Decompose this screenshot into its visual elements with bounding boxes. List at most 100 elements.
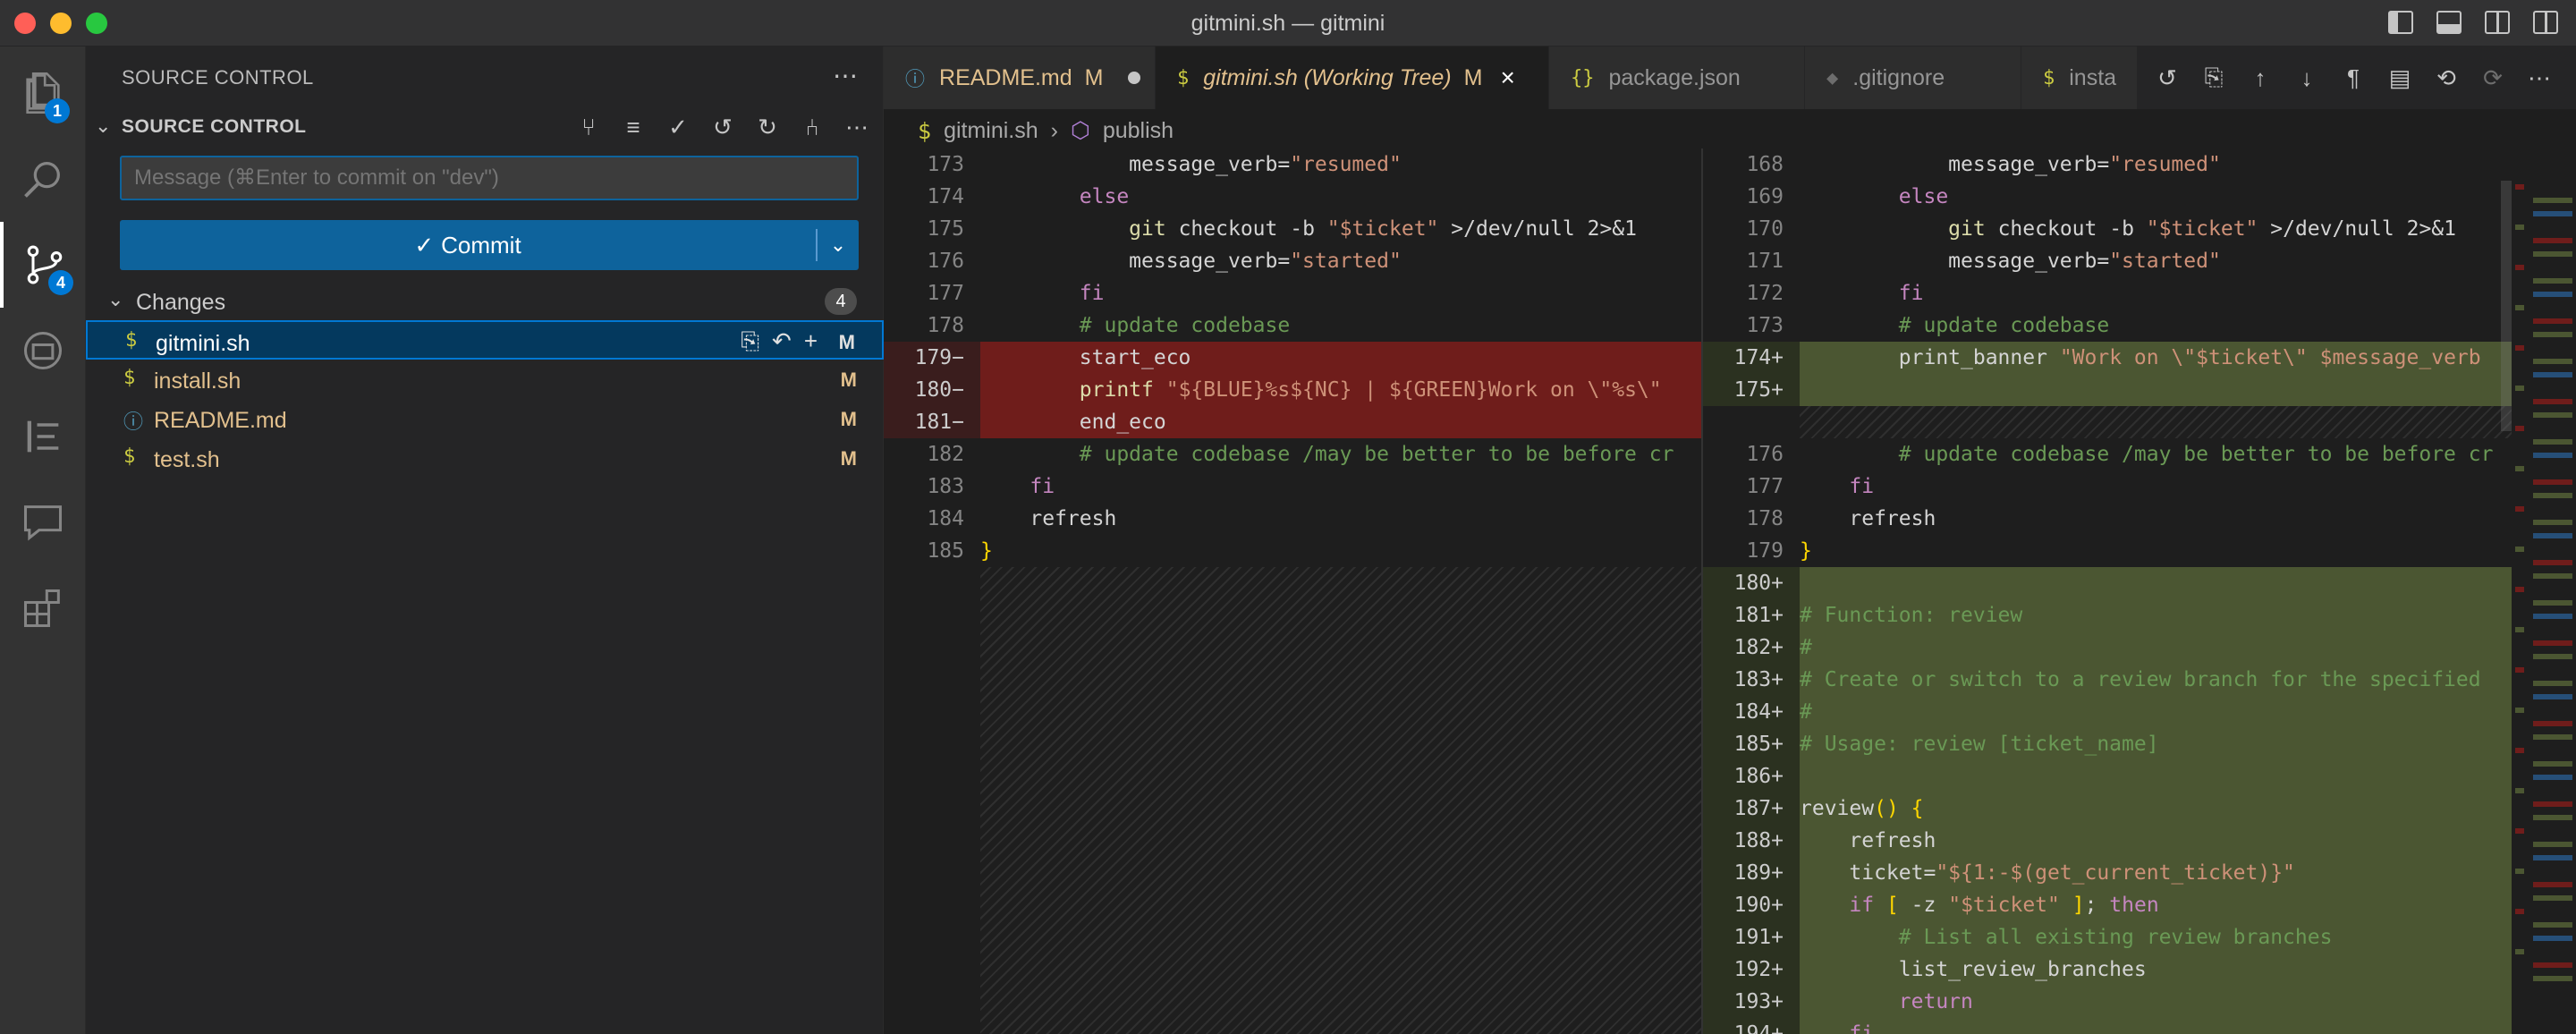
commit-main-action[interactable]: ✓ Commit xyxy=(120,220,816,270)
code-line[interactable]: # Create or switch to a review branch fo… xyxy=(1800,664,2512,696)
code-line[interactable] xyxy=(1800,760,2512,792)
explorer-button[interactable]: 1 xyxy=(0,50,86,136)
code-line[interactable]: fi xyxy=(980,470,1701,503)
code-line[interactable]: # xyxy=(1800,631,2512,664)
code-line[interactable]: # update codebase xyxy=(1800,309,2512,342)
more-actions-icon[interactable]: ⋯ xyxy=(833,61,858,90)
commit-message-input[interactable] xyxy=(120,156,859,200)
code-line[interactable]: else xyxy=(1800,181,2512,213)
history-icon[interactable]: ↺ xyxy=(708,113,737,141)
code-line[interactable]: } xyxy=(980,535,1701,567)
history-icon[interactable]: ↺ xyxy=(2154,64,2181,91)
more-icon[interactable]: ⋯ xyxy=(2526,64,2553,91)
breadcrumb-symbol[interactable]: publish xyxy=(1103,118,1174,144)
code-line[interactable]: print_banner "Work on \"$ticket\" $messa… xyxy=(1800,342,2512,374)
code-line[interactable]: message_verb="started" xyxy=(980,245,1701,277)
code-line[interactable]: ticket="${1:-$(get_current_ticket)}" xyxy=(1800,857,2512,889)
code-line[interactable]: # update codebase /may be better to be b… xyxy=(1800,438,2512,470)
code-line[interactable]: refresh xyxy=(980,503,1701,535)
diff-modified-pane[interactable]: 168 169 170 171 172 173 174+ 175+ 176 177 178 179 18… xyxy=(1701,148,2512,1034)
search-button[interactable] xyxy=(0,136,86,222)
breadcrumb-file[interactable]: gitmini.sh xyxy=(944,118,1038,144)
code-line[interactable]: refresh xyxy=(1800,503,2512,535)
unsaved-dot-icon[interactable] xyxy=(1128,72,1141,84)
changed-file-row[interactable]: $ test.sh M xyxy=(86,438,884,478)
scm-section-header[interactable]: ⌄ SOURCE CONTROL ⑂ ≡ ✓ ↺ ↻ ⑃ ⋯ xyxy=(86,107,884,147)
code-line[interactable]: git checkout -b "$ticket" >/dev/null 2>&… xyxy=(1800,213,2512,245)
refresh-icon[interactable]: ↻ xyxy=(753,113,782,141)
tab-gitmini-working-tree[interactable]: $ gitmini.sh (Working Tree) M × xyxy=(1156,47,1549,109)
stage-changes-icon[interactable]: + xyxy=(804,327,818,356)
sync-icon[interactable]: ⟳ xyxy=(2479,64,2506,91)
toggle-panel-icon[interactable] xyxy=(2436,11,2462,34)
diff-original-pane[interactable]: 173 174 175 176 177 178 179− 180− 181− 182 183 184 1… xyxy=(884,148,1701,1034)
code-line[interactable]: # Function: review xyxy=(1800,599,2512,631)
branch-icon[interactable]: ⑃ xyxy=(798,113,826,141)
open-file-icon[interactable]: ⎘ xyxy=(741,327,759,356)
code-line[interactable]: else xyxy=(980,181,1701,213)
arrow-up-icon[interactable]: ↑ xyxy=(2247,64,2274,91)
changes-group-header[interactable]: ⌄ Changes 4 xyxy=(86,281,884,320)
code-line[interactable]: message_verb="started" xyxy=(1800,245,2512,277)
toggle-primary-sidebar-icon[interactable] xyxy=(2388,11,2413,34)
code-line[interactable]: review() { xyxy=(1800,792,2512,825)
toggle-secondary-sidebar-icon[interactable] xyxy=(2485,11,2510,34)
comments-button[interactable] xyxy=(0,479,86,565)
graph-icon[interactable]: ⑂ xyxy=(574,113,603,141)
code-line[interactable]: message_verb="resumed" xyxy=(1800,148,2512,181)
code-line[interactable] xyxy=(1800,567,2512,599)
code-line[interactable]: # update codebase xyxy=(980,309,1701,342)
code-line[interactable]: start_eco xyxy=(980,342,1701,374)
changed-file-row[interactable]: ⓘ README.md M xyxy=(86,399,884,438)
scrollbar-thumb[interactable] xyxy=(2501,181,2512,431)
discard-changes-icon[interactable]: ↶ xyxy=(772,327,792,356)
tab-readme[interactable]: ⓘ README.md M xyxy=(884,47,1156,109)
code-line[interactable]: fi xyxy=(1800,277,2512,309)
code-line[interactable]: printf "${BLUE}%s${NC} | ${GREEN}Work on… xyxy=(980,374,1701,406)
code-line[interactable]: # List all existing review branches xyxy=(1800,921,2512,953)
changed-file-row[interactable]: $ gitmini.sh ⎘ ↶ + M xyxy=(86,320,884,360)
revert-icon[interactable]: ⟲ xyxy=(2433,64,2460,91)
source-control-button[interactable]: 4 xyxy=(0,222,86,308)
pilcrow-icon[interactable]: ¶ xyxy=(2340,64,2367,91)
code-lines[interactable]: message_verb="resumed" else git checkout… xyxy=(1800,148,2512,1034)
code-line[interactable]: if [ -z "$ticket" ]; then xyxy=(1800,889,2512,921)
commit-dropdown-button[interactable]: ⌄ xyxy=(818,220,859,270)
tab-install[interactable]: $ insta xyxy=(2021,47,2138,109)
code-line[interactable] xyxy=(1800,374,2512,406)
code-line[interactable]: } xyxy=(1800,535,2512,567)
code-line[interactable]: list_review_branches xyxy=(1800,953,2512,986)
code-line[interactable]: git checkout -b "$ticket" >/dev/null 2>&… xyxy=(980,213,1701,245)
tab-gitignore[interactable]: ◆ .gitignore xyxy=(1805,47,2021,109)
map-icon[interactable]: ▤ xyxy=(2386,64,2413,91)
commit-check-icon[interactable]: ✓ xyxy=(664,113,692,141)
code-line[interactable]: end_eco xyxy=(980,406,1701,438)
timeline-button[interactable] xyxy=(0,394,86,479)
more-icon[interactable]: ⋯ xyxy=(843,113,871,141)
code-line[interactable]: # update codebase /may be better to be b… xyxy=(980,438,1701,470)
tab-package-json[interactable]: {} package.json xyxy=(1549,47,1805,109)
code-line[interactable]: fi xyxy=(1800,470,2512,503)
code-lines[interactable]: message_verb="resumed" else git checkout… xyxy=(980,148,1701,1034)
diff-overview-ruler[interactable] xyxy=(2512,148,2576,1034)
code-line[interactable]: fi xyxy=(980,277,1701,309)
code-line[interactable] xyxy=(1800,406,2512,438)
customize-layout-icon[interactable] xyxy=(2533,11,2558,34)
open-file-icon[interactable]: ⎘ xyxy=(2200,64,2227,91)
code-line[interactable]: return xyxy=(1800,986,2512,1018)
code-line[interactable]: refresh xyxy=(1800,825,2512,857)
code-line[interactable]: message_verb="resumed" xyxy=(980,148,1701,181)
overview-change-marker xyxy=(2515,305,2524,310)
code-line[interactable]: fi xyxy=(1800,1018,2512,1034)
view-as-list-icon[interactable]: ≡ xyxy=(619,113,648,141)
commit-button[interactable]: ✓ Commit ⌄ xyxy=(120,220,859,270)
remote-explorer-button[interactable] xyxy=(0,308,86,394)
code-line[interactable]: # Usage: review [ticket_name] xyxy=(1800,728,2512,760)
code-line[interactable]: # xyxy=(1800,696,2512,728)
extensions-button[interactable] xyxy=(0,565,86,651)
close-tab-icon[interactable]: × xyxy=(1500,64,1514,92)
line-number: 168 xyxy=(1703,148,1800,181)
changed-file-row[interactable]: $ install.sh M xyxy=(86,360,884,399)
overview-change-marker xyxy=(2533,439,2572,445)
arrow-down-icon[interactable]: ↓ xyxy=(2293,64,2320,91)
